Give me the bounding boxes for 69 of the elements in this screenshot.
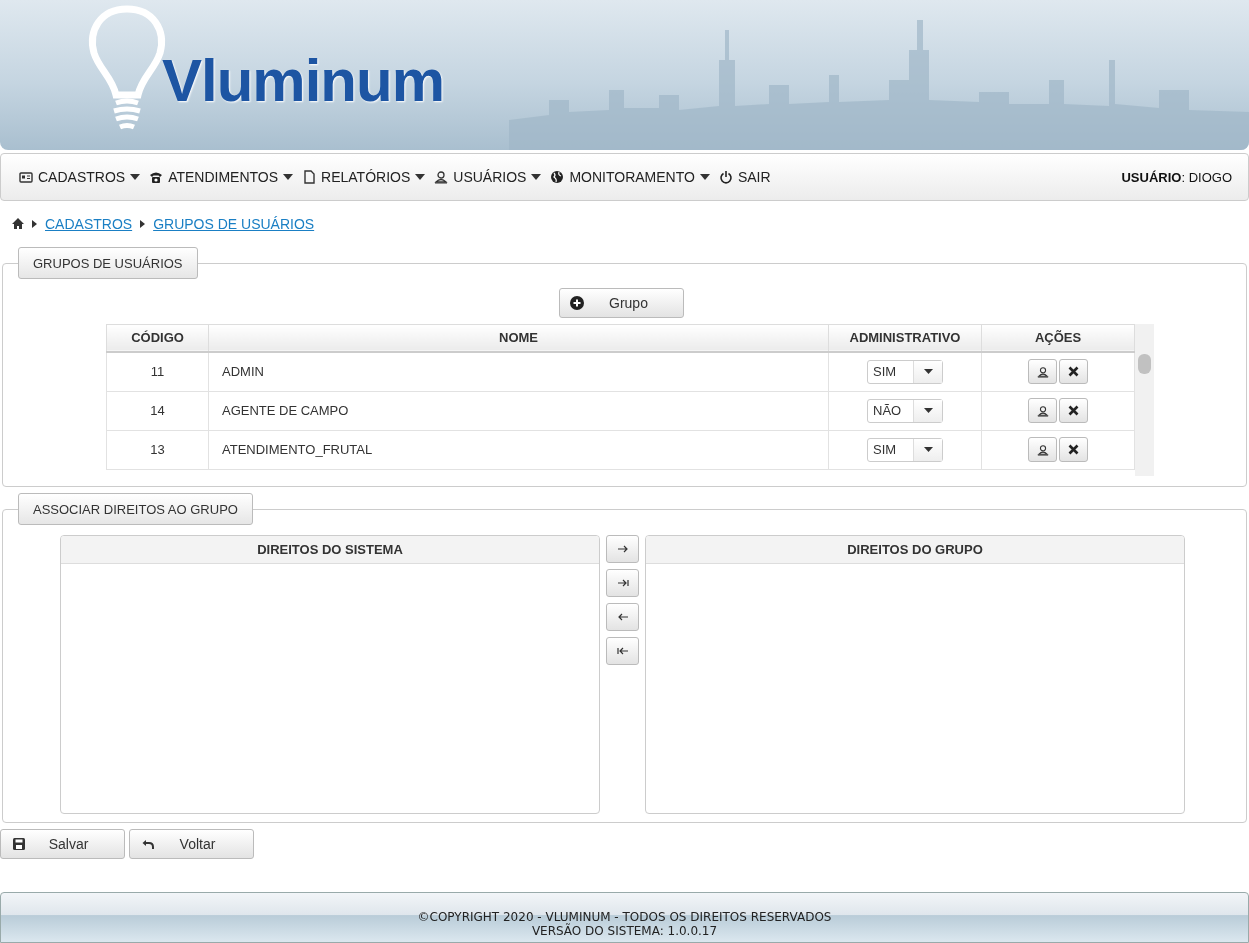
right-arrow-bar-icon [616,578,629,587]
chevron-icon [140,220,146,228]
menu-item[interactable]: CADASTROS [19,169,141,185]
back-button[interactable]: Voltar [129,829,254,859]
table-cell: ATENDIMENTO_FRUTAL [208,430,829,470]
power-icon [718,170,733,184]
column-header: CÓDIGO [106,324,209,352]
user-icon [1036,443,1049,456]
user-button[interactable] [1028,359,1057,385]
close-icon [1068,405,1079,417]
document-icon [302,170,317,184]
caret-icon [923,369,933,375]
user-icon [1036,404,1049,417]
system-rights-list[interactable]: DIREITOS DO SISTEMA [60,534,600,814]
close-icon [1068,444,1079,456]
footer-text: ©COPYRIGHT 2020 - VLUMINUM - TODOS OS DIREITOS RESERVADOS [417,910,832,924]
left-arrow-icon [616,612,629,621]
menu-item[interactable]: SAIR [718,169,771,185]
admin-dropdown[interactable]: SIM [867,437,943,462]
save-button[interactable]: Salvar [0,829,125,859]
globe-icon [550,170,565,184]
panel-legend: GRUPOS DE USUÁRIOS [18,246,198,279]
column-header: AÇÕES [981,324,1135,352]
footer-text: VERSÃO DO SISTEMA: 1.0.0.17 [531,924,718,938]
caret-icon [923,408,933,414]
menu-item[interactable]: USUÁRIOS [434,169,542,185]
delete-button[interactable] [1059,437,1088,463]
user-icon [1036,365,1049,378]
logo-text: Vluminum [162,45,444,115]
list-header: DIREITOS DO GRUPO [646,535,1184,564]
group-rights-list[interactable]: DIREITOS DO GRUPO [645,534,1185,814]
move-all-right-button[interactable] [606,568,639,597]
add-group-button[interactable]: Grupo [559,287,684,318]
id-card-icon [19,170,33,184]
admin-dropdown[interactable]: SIM [867,359,943,384]
table-cell: 14 [106,391,209,431]
column-header: ADMINISTRATIVO [828,324,982,352]
right-arrow-icon [616,544,629,553]
menu-item[interactable]: RELATÓRIOS [302,169,426,185]
plus-circle-icon [570,295,584,310]
table-cell: ADMIN [208,351,829,392]
table-cell: AGENTE DE CAMPO [208,391,829,431]
undo-arrow-icon [142,838,154,850]
caret-icon [923,447,933,453]
menu-item[interactable]: MONITORAMENTO [550,169,710,185]
column-header: NOME [208,324,829,352]
home-icon[interactable] [12,218,24,230]
telephone-icon [149,170,164,184]
table-cell: 11 [106,351,209,392]
list-header: DIREITOS DO SISTEMA [61,535,599,564]
move-right-button[interactable] [606,534,639,563]
menu-item[interactable]: ATENDIMENTOS [149,169,294,185]
user-button[interactable] [1028,437,1057,463]
move-left-button[interactable] [606,602,639,631]
delete-button[interactable] [1059,359,1088,385]
current-user: USUÁRIO: DIOGO [1121,169,1232,185]
scrollbar[interactable] [1135,323,1154,476]
breadcrumb-link[interactable]: GRUPOS DE USUÁRIOS [153,216,315,232]
admin-dropdown[interactable]: NÃO [867,398,943,423]
left-arrow-bar-icon [616,646,629,655]
delete-button[interactable] [1059,398,1088,424]
chevron-icon [32,220,37,228]
user-button[interactable] [1028,398,1057,424]
user-icon [434,170,449,184]
table-cell: 13 [106,430,209,470]
breadcrumb-link[interactable]: CADASTROS [45,216,133,232]
close-icon [1068,366,1079,378]
panel-legend: ASSOCIAR DIREITOS AO GRUPO [18,492,253,525]
move-all-left-button[interactable] [606,636,639,665]
